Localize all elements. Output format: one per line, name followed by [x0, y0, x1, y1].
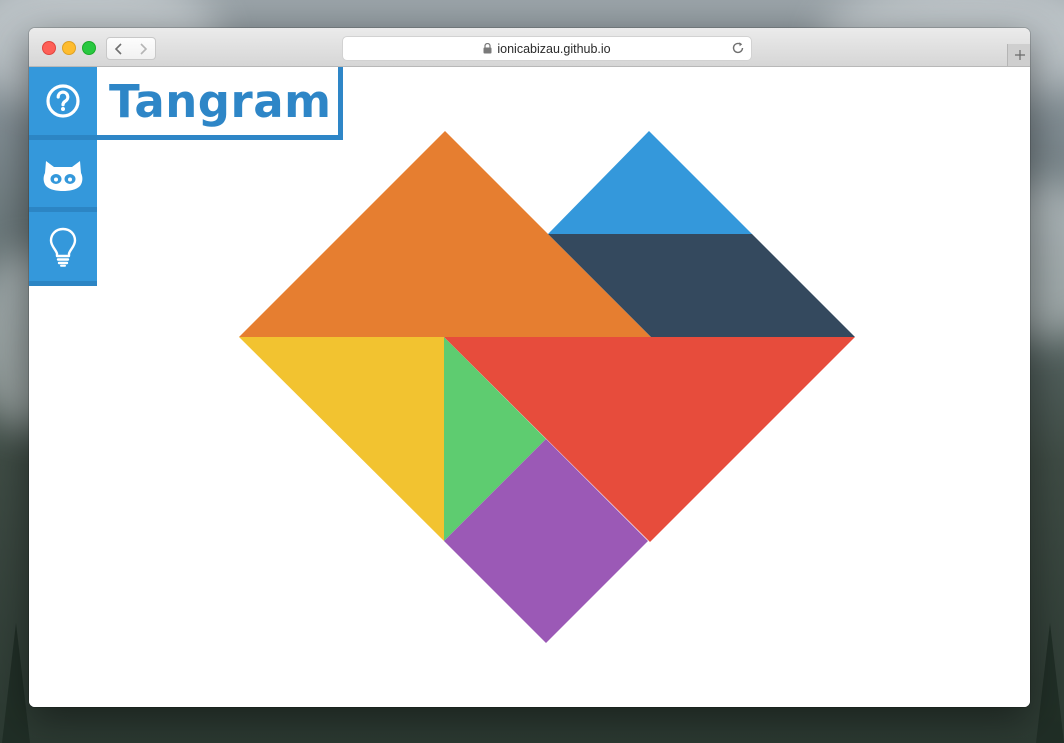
page-title-box: Tangram	[97, 67, 343, 140]
reload-icon[interactable]	[731, 41, 745, 55]
forward-button[interactable]	[131, 37, 156, 60]
minimize-window-button[interactable]	[62, 41, 76, 55]
github-button[interactable]	[29, 140, 97, 212]
url-text: ionicabizau.github.io	[497, 41, 611, 56]
tangram-piece-small-triangle-blue[interactable]	[548, 131, 752, 234]
back-button[interactable]	[106, 37, 132, 60]
idea-button[interactable]	[29, 212, 97, 286]
plus-icon	[1014, 50, 1025, 60]
chevron-right-icon	[140, 42, 148, 55]
new-tab-button[interactable]	[1007, 44, 1030, 66]
browser-titlebar: ionicabizau.github.io	[29, 28, 1030, 67]
maximize-window-button[interactable]	[82, 41, 96, 55]
close-window-button[interactable]	[42, 41, 56, 55]
lightbulb-icon	[49, 227, 77, 267]
tangram-piece-medium-triangle-yellow[interactable]	[239, 337, 444, 541]
question-circle-icon	[46, 84, 80, 118]
github-octocat-icon	[43, 160, 83, 191]
help-button[interactable]	[29, 67, 97, 140]
address-bar[interactable]: ionicabizau.github.io	[342, 36, 752, 61]
page-content: Tangram	[29, 67, 1030, 707]
chevron-left-icon	[114, 42, 122, 55]
sidebar	[29, 67, 97, 286]
tangram-heart-figure	[239, 131, 855, 643]
browser-window: ionicabizau.github.io Tangram	[29, 28, 1030, 707]
lock-icon	[483, 43, 492, 54]
page-title: Tangram	[109, 74, 332, 128]
